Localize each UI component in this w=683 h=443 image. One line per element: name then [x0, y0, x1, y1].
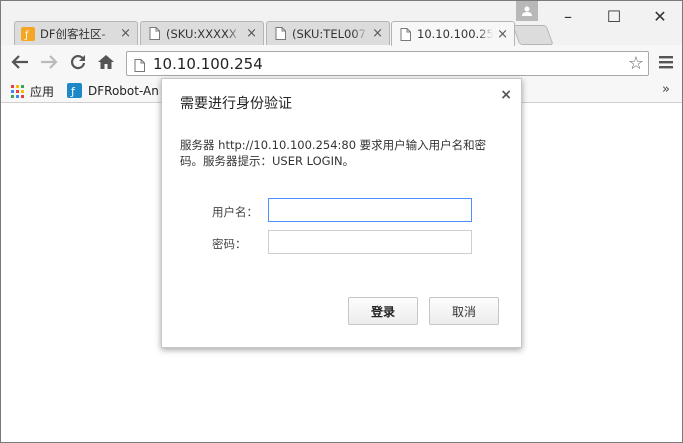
minimize-button[interactable]: – — [546, 3, 590, 29]
tab-close-icon[interactable]: × — [246, 26, 257, 41]
password-label: 密码： — [212, 237, 247, 251]
url-text[interactable]: 10.10.100.254 — [153, 55, 263, 73]
maximize-button[interactable]: ☐ — [592, 3, 636, 29]
reload-icon[interactable] — [67, 51, 89, 73]
page-icon — [147, 27, 161, 41]
tab-close-icon[interactable]: × — [372, 26, 383, 41]
profile-icon[interactable] — [516, 1, 538, 21]
df-orange-icon: ƒ — [21, 26, 35, 41]
bookmark-star-icon[interactable]: ☆ — [628, 53, 644, 74]
password-field[interactable] — [268, 230, 472, 254]
tab-close-icon[interactable]: × — [120, 26, 131, 41]
forward-arrow-icon[interactable] — [38, 51, 60, 73]
page-icon — [273, 27, 287, 41]
tab-sku-tel007[interactable]: (SKU:TEL007 × — [266, 21, 390, 45]
title-bar: ƒ DF创客社区- × (SKU:XXXXX × (SKU:TEL007 × 1… — [1, 1, 682, 46]
close-icon[interactable]: × — [500, 87, 512, 103]
cancel-button[interactable]: 取消 — [429, 297, 499, 325]
page-icon — [398, 27, 412, 41]
tab-title: 10.10.100.254 — [417, 27, 494, 41]
bookmark-label: 应用 — [30, 85, 55, 99]
login-button[interactable]: 登录 — [348, 297, 418, 325]
tab-sku-xxxxx[interactable]: (SKU:XXXXX × — [140, 21, 264, 45]
page-icon — [134, 57, 145, 76]
bookmarks-overflow-icon[interactable]: » — [662, 82, 670, 97]
tab-df-community[interactable]: ƒ DF创客社区- × — [14, 21, 138, 45]
apps-grid-icon — [11, 85, 24, 98]
username-label: 用户名： — [212, 205, 258, 219]
menu-icon[interactable] — [655, 51, 677, 73]
bookmark-apps[interactable]: 应用 — [11, 83, 54, 100]
tab-title: (SKU:XXXXX — [166, 26, 237, 41]
tab-title: (SKU:TEL007 — [292, 26, 366, 41]
tab-close-icon[interactable]: × — [497, 27, 508, 42]
tab-active-10-10-100-254[interactable]: 10.10.100.254 × — [391, 21, 515, 46]
username-field[interactable] — [268, 198, 472, 222]
bookmark-label: DFRobot-An — [88, 83, 159, 98]
dialog-title: 需要进行身份验证 — [180, 96, 292, 112]
home-icon[interactable] — [95, 51, 117, 73]
svg-text:ƒ: ƒ — [24, 30, 29, 41]
close-window-button[interactable]: ✕ — [638, 3, 682, 29]
dfrobot-icon: ƒ — [67, 83, 82, 98]
address-bar[interactable]: 10.10.100.254 ☆ — [126, 51, 649, 76]
bookmark-dfrobot[interactable]: ƒ DFRobot-An — [67, 83, 159, 98]
browser-window: ƒ DF创客社区- × (SKU:XXXXX × (SKU:TEL007 × 1… — [0, 0, 683, 443]
dialog-message: 服务器 http://10.10.100.254:80 要求用户输入用户名和密码… — [180, 138, 487, 168]
tab-title: DF创客社区- — [40, 26, 106, 41]
auth-dialog: 需要进行身份验证 × 服务器 http://10.10.100.254:80 要… — [161, 78, 522, 348]
back-arrow-icon[interactable] — [9, 51, 31, 73]
